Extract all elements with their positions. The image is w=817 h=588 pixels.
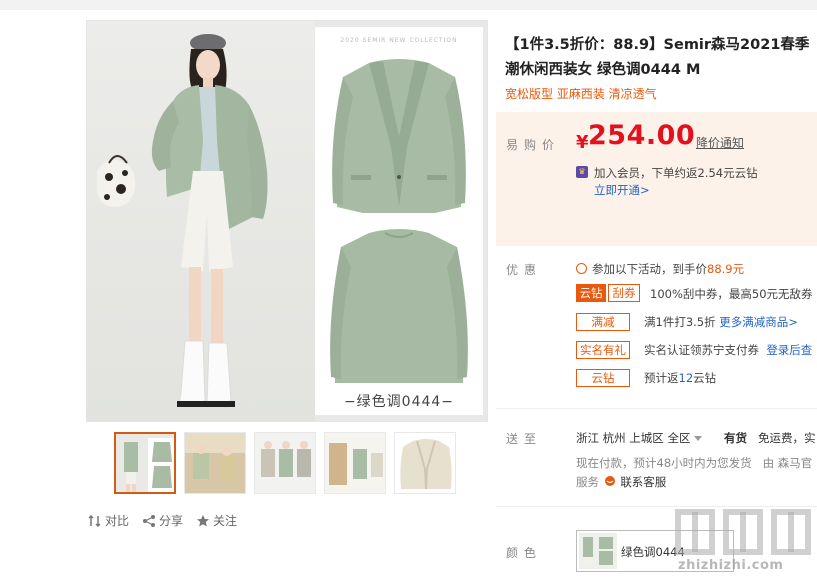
promo-reduction-desc: 满1件打3.5折 [644,315,716,329]
promo-return-suffix: 云钻 [693,371,717,385]
color-option-label: 绿色调0444 [621,545,685,559]
promo-return-text: 预计返12云钻 [644,370,716,386]
activity-price: 88.9元 [707,262,745,276]
contact-service-link[interactable]: 联系客服 [620,475,666,489]
watermark-url: zhizhizhi.com [678,558,784,573]
main-product-image[interactable]: 2020 SEMIR NEW COLLECTION −绿色调0444− [86,20,488,422]
follow-label: 关注 [213,514,238,528]
compare-button[interactable]: 对比 [88,512,129,529]
color-label: 颜色 [506,546,543,560]
product-flatlay-card: 2020 SEMIR NEW COLLECTION −绿色调0444− [315,27,483,415]
compare-icon [88,514,101,527]
share-label: 分享 [159,514,184,528]
tag-yunzuan: 云钻 [576,284,606,302]
delivery-note: 现在付款，预计48小时内为您发货 由 森马官 [576,455,812,471]
product-title: 【1件3.5折价：88.9】Semir森马2021春季 [505,37,810,53]
promotion-section: 优惠 参加以下活动，到手价88.9元 云钻 刮券 100%刮中券，最高50元无敌… [496,256,817,396]
price-box: 易购价 ¥ 254.00 降价通知 ♛ 加入会员，下单约返2.54元云钻 立即开… [496,112,817,246]
customer-service-icon [604,476,615,486]
stock-status: 有货 [724,431,747,445]
shipping-fee: 免运费，实 [758,430,816,446]
thumbnail-1[interactable] [114,432,176,494]
share-button[interactable]: 分享 [142,512,183,529]
divider [496,506,817,507]
location-text: 浙江 杭州 上城区 全区 [576,431,691,445]
share-icon [143,514,155,527]
color-option-thumbnail [579,533,617,569]
activity-icon [576,263,587,274]
free-shipping-text: 免运费， [758,431,804,445]
thumbnail-3[interactable] [254,432,316,494]
product-subtitle: 宽松版型 亚麻西装 清凉透气 [505,87,657,101]
product-title-line2: 潮休闲西装女 绿色调0444 M [505,62,701,78]
seller-text: 由 森马官 [762,456,813,470]
shipping-section: 送至 浙江 杭州 上城区 全区 有货 免运费，实 现在付款，预计48小时内为您发… [496,422,817,492]
promo-realname-desc: 实名认证领苏宁支付券 [644,343,759,357]
promo-label: 优惠 [506,263,543,277]
divider [496,408,817,409]
currency-symbol: ¥ [576,132,589,153]
activity-prefix: 参加以下活动，到手价 [592,262,707,276]
tag-yunzuan-return: 云钻 [576,369,630,387]
compare-label: 对比 [105,514,130,528]
thumbnail-2[interactable] [184,432,246,494]
promo-return-prefix: 预计返 [644,371,679,385]
member-text: 加入会员，下单约返2.54元云钻 [594,166,758,180]
activity-text: 参加以下活动，到手价88.9元 [592,261,744,277]
chevron-down-icon [694,435,703,441]
tag-realname: 实名有礼 [576,341,630,359]
promo-realname-text: 实名认证领苏宁支付券 登录后查 [644,342,812,358]
price-label: 易购价 [506,138,561,152]
login-check-link[interactable]: 登录后查 [766,343,812,357]
top-bar [0,0,817,10]
thumbnail-4[interactable] [324,432,386,494]
promo-scratch-text: 100%刮中券，最高50元无敌券 [650,287,813,301]
star-icon [197,514,209,526]
promo-reduction-text: 满1件打3.5折 更多满减商品> [644,314,798,330]
price-drop-notify-link[interactable]: 降价通知 [696,134,744,151]
tag-scratch: 刮券 [608,284,640,302]
service-label: 服务 [576,475,599,489]
tag-full-reduction: 满减 [576,313,630,331]
member-crown-icon: ♛ [576,166,588,178]
promo-return-num: 12 [678,371,694,385]
ship-label: 送至 [506,432,543,446]
color-caption: −绿色调0444− [343,394,455,410]
more-reduction-link[interactable]: 更多满减商品> [719,315,798,329]
member-open-link[interactable]: 立即开通> [594,182,650,198]
model-photo [96,34,268,407]
location-selector[interactable]: 浙江 杭州 上城区 全区 [576,430,706,446]
follow-button[interactable]: 关注 [196,512,237,529]
blazer-flatlay-illustration [330,59,468,383]
delivery-note-text: 现在付款，预计48小时内为您发货 [576,456,752,470]
service-row: 服务 联系客服 [576,474,666,490]
shipping-extra: 实 [804,431,816,445]
thumbnail-5[interactable] [394,432,456,494]
price-value: 254.00 [588,120,696,151]
